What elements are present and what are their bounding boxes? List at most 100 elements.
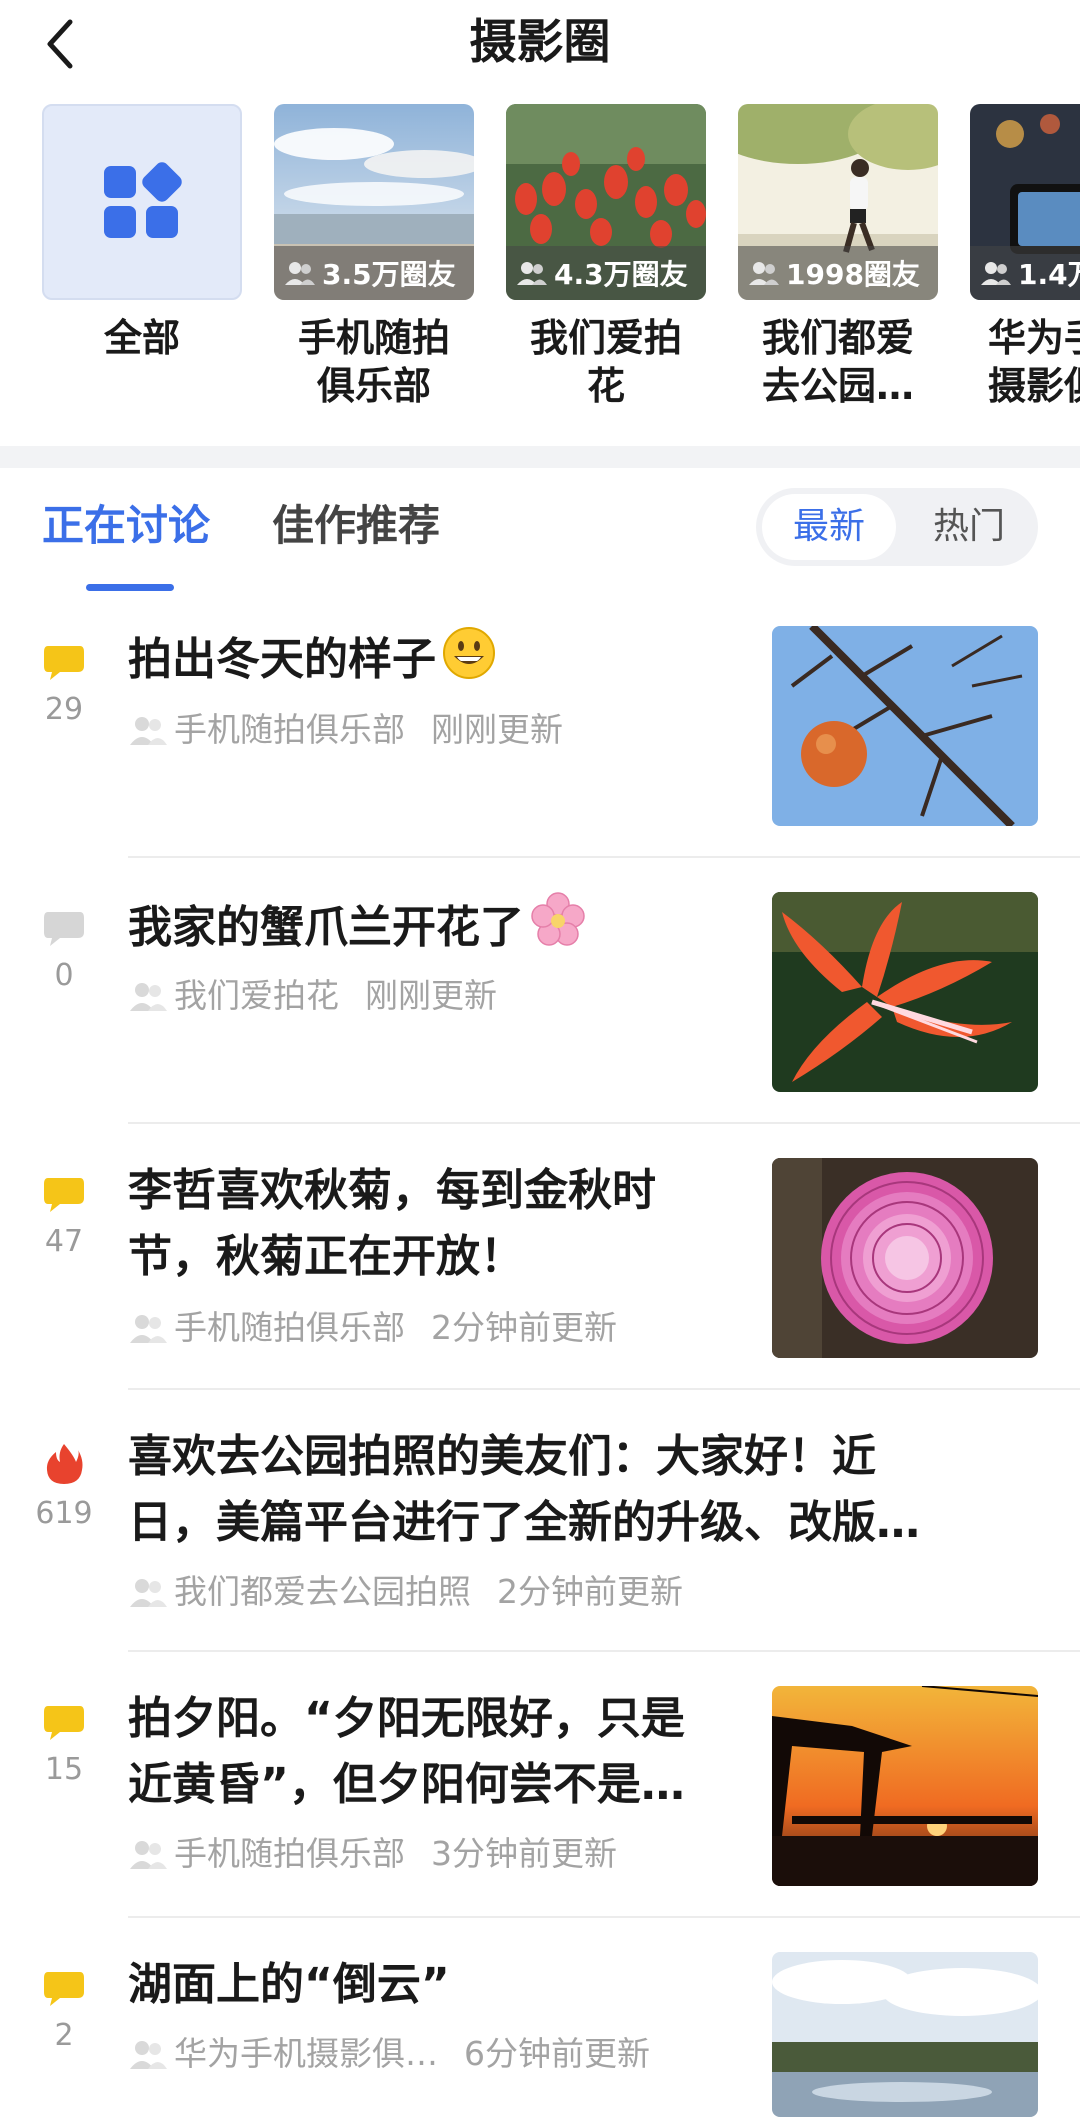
circle-thumb — [42, 104, 242, 300]
post-time: 2分钟前更新 — [431, 1308, 617, 1347]
post-title: 拍夕阳。“夕阳无限好，只是 近黄昏”，但夕阳何尝不是… — [128, 1693, 685, 1810]
post-stat: 2 — [24, 1970, 104, 2056]
post-item[interactable]: 0 我家的蟹爪兰开花了 我们爱拍花 刚刚更新 — [0, 892, 1080, 1122]
circle-label: 去公园… — [761, 364, 914, 408]
people-icon — [517, 262, 547, 285]
circle-thumb: 4.3万圈友 — [506, 104, 706, 300]
page-title: 摄影圈 — [469, 15, 611, 70]
header-bar: 摄影圈 — [0, 0, 1080, 88]
tab-recommended[interactable]: 佳作推荐 — [272, 496, 440, 556]
post-item[interactable]: 29 拍出冬天的样子 手机随拍俱乐部 刚刚更新 — [0, 626, 1080, 856]
post-title: 喜欢去公园拍照的美友们：大家好！近 日，美篇平台进行了全新的升级、改版… — [128, 1431, 920, 1548]
post-time: 6分钟前更新 — [464, 2034, 650, 2073]
member-count-badge: 1998圈友 — [738, 246, 938, 300]
chrysanthemum-photo — [772, 1158, 1038, 1358]
group-icon — [130, 2041, 167, 2069]
circle-label: 花 — [586, 364, 625, 408]
tab-discussing[interactable]: 正在讨论 — [42, 496, 210, 556]
post-meta: 华为手机摄影俱… 6分钟前更新 — [128, 2032, 650, 2076]
people-icon — [981, 262, 1011, 285]
post-thumbnail — [772, 1158, 1038, 1358]
post-title: 我家的蟹爪兰开花了 — [128, 892, 586, 961]
member-count-badge: 4.3万圈友 — [506, 246, 706, 300]
comment-icon — [44, 1178, 84, 1212]
people-icon — [285, 262, 315, 285]
circle-item-all[interactable]: 全部 — [42, 104, 242, 362]
post-stat: 47 — [24, 1176, 104, 1262]
tab-indicator — [86, 584, 174, 591]
comment-count: 0 — [54, 958, 74, 993]
hot-count: 619 — [35, 1496, 93, 1531]
divider — [128, 1388, 1080, 1390]
post-stat: 29 — [24, 644, 104, 730]
post-stat: 15 — [24, 1704, 104, 1790]
comment-count: 29 — [44, 692, 84, 727]
circle-label: 我们都爱 — [761, 316, 914, 360]
divider — [128, 1122, 1080, 1124]
post-meta: 我们都爱去公园拍照 2分钟前更新 — [128, 1570, 683, 1614]
sort-latest-button[interactable]: 最新 — [762, 494, 896, 560]
group-icon — [130, 717, 167, 745]
post-time: 3分钟前更新 — [431, 1834, 617, 1873]
post-title: 李哲喜欢秋菊，每到金秋时 节，秋菊正在开放！ — [128, 1165, 656, 1282]
circle-label: 我们爱拍 — [529, 316, 682, 360]
post-group[interactable]: 华为手机摄影俱… — [174, 2032, 438, 2076]
post-meta: 手机随拍俱乐部 3分钟前更新 — [128, 1832, 617, 1876]
post-group[interactable]: 手机随拍俱乐部 — [174, 1306, 405, 1350]
circle-item[interactable]: 1.4万 华为手 摄影俱 — [970, 104, 1080, 410]
divider — [128, 1916, 1080, 1918]
group-icon — [130, 1841, 167, 1869]
section-divider — [0, 446, 1080, 468]
fire-icon — [46, 1444, 83, 1484]
circle-label: 俱乐部 — [316, 364, 431, 408]
post-group[interactable]: 手机随拍俱乐部 — [174, 708, 405, 752]
post-time: 2分钟前更新 — [497, 1572, 683, 1611]
post-title: 湖面上的“倒云” — [128, 1959, 450, 2010]
circle-thumb: 3.5万圈友 — [274, 104, 474, 300]
persimmon-photo — [772, 626, 1038, 826]
comment-count: 47 — [44, 1224, 84, 1259]
member-count-badge: 3.5万圈友 — [274, 246, 474, 300]
sunset-pavilion-photo — [772, 1686, 1038, 1886]
group-icon — [130, 1579, 167, 1607]
grid-apps-icon — [104, 162, 182, 238]
post-thumbnail — [772, 1686, 1038, 1886]
post-stat: 619 — [24, 1442, 104, 1534]
post-item[interactable]: 619 喜欢去公园拍照的美友们：大家好！近 日，美篇平台进行了全新的升级、改版…… — [0, 1424, 1080, 1648]
post-group[interactable]: 我们爱拍花 — [174, 974, 339, 1018]
circle-list: 全部 3.5万圈友 手机随拍 俱乐部 4.3万圈友 我们爱拍 花 1998圈友 … — [0, 104, 1080, 434]
post-group[interactable]: 手机随拍俱乐部 — [174, 1832, 405, 1876]
comment-icon — [44, 1706, 84, 1740]
circle-item[interactable]: 3.5万圈友 手机随拍 俱乐部 — [274, 104, 474, 410]
post-thumbnail — [772, 626, 1038, 826]
post-time: 刚刚更新 — [365, 976, 497, 1015]
circle-item[interactable]: 1998圈友 我们都爱 去公园… — [738, 104, 938, 410]
post-item[interactable]: 15 拍夕阳。“夕阳无限好，只是 近黄昏”，但夕阳何尝不是… 手机随拍俱乐部 3… — [0, 1686, 1080, 1916]
people-icon — [749, 262, 779, 285]
post-meta: 手机随拍俱乐部 刚刚更新 — [128, 708, 563, 752]
circle-item[interactable]: 4.3万圈友 我们爱拍 花 — [506, 104, 706, 410]
post-stat: 0 — [24, 910, 104, 996]
post-title: 拍出冬天的样子 — [128, 626, 496, 693]
comment-count: 2 — [54, 2018, 74, 2053]
group-icon — [130, 983, 167, 1011]
post-meta: 我们爱拍花 刚刚更新 — [128, 974, 497, 1018]
circle-label: 摄影俱 — [988, 364, 1080, 408]
post-group[interactable]: 我们都爱去公园拍照 — [174, 1570, 471, 1614]
post-item[interactable]: 2 湖面上的“倒云” 华为手机摄影俱… 6分钟前更新 — [0, 1952, 1080, 2117]
post-thumbnail — [772, 1952, 1038, 2117]
cactus-flower-photo — [772, 892, 1038, 1092]
post-time: 刚刚更新 — [431, 710, 563, 749]
circle-thumb: 1998圈友 — [738, 104, 938, 300]
circle-label: 全部 — [103, 316, 180, 360]
divider — [128, 856, 1080, 858]
sort-toggle: 最新 热门 — [756, 488, 1038, 566]
divider — [128, 1650, 1080, 1652]
comment-icon — [44, 646, 84, 680]
sort-hot-button[interactable]: 热门 — [906, 494, 1032, 560]
grinning-face-emoji — [443, 627, 495, 679]
lake-photo — [772, 1952, 1038, 2117]
post-item[interactable]: 47 李哲喜欢秋菊，每到金秋时 节，秋菊正在开放！ 手机随拍俱乐部 2分钟前更新 — [0, 1158, 1080, 1388]
group-icon — [130, 1315, 167, 1343]
member-count-badge: 1.4万 — [970, 246, 1080, 300]
